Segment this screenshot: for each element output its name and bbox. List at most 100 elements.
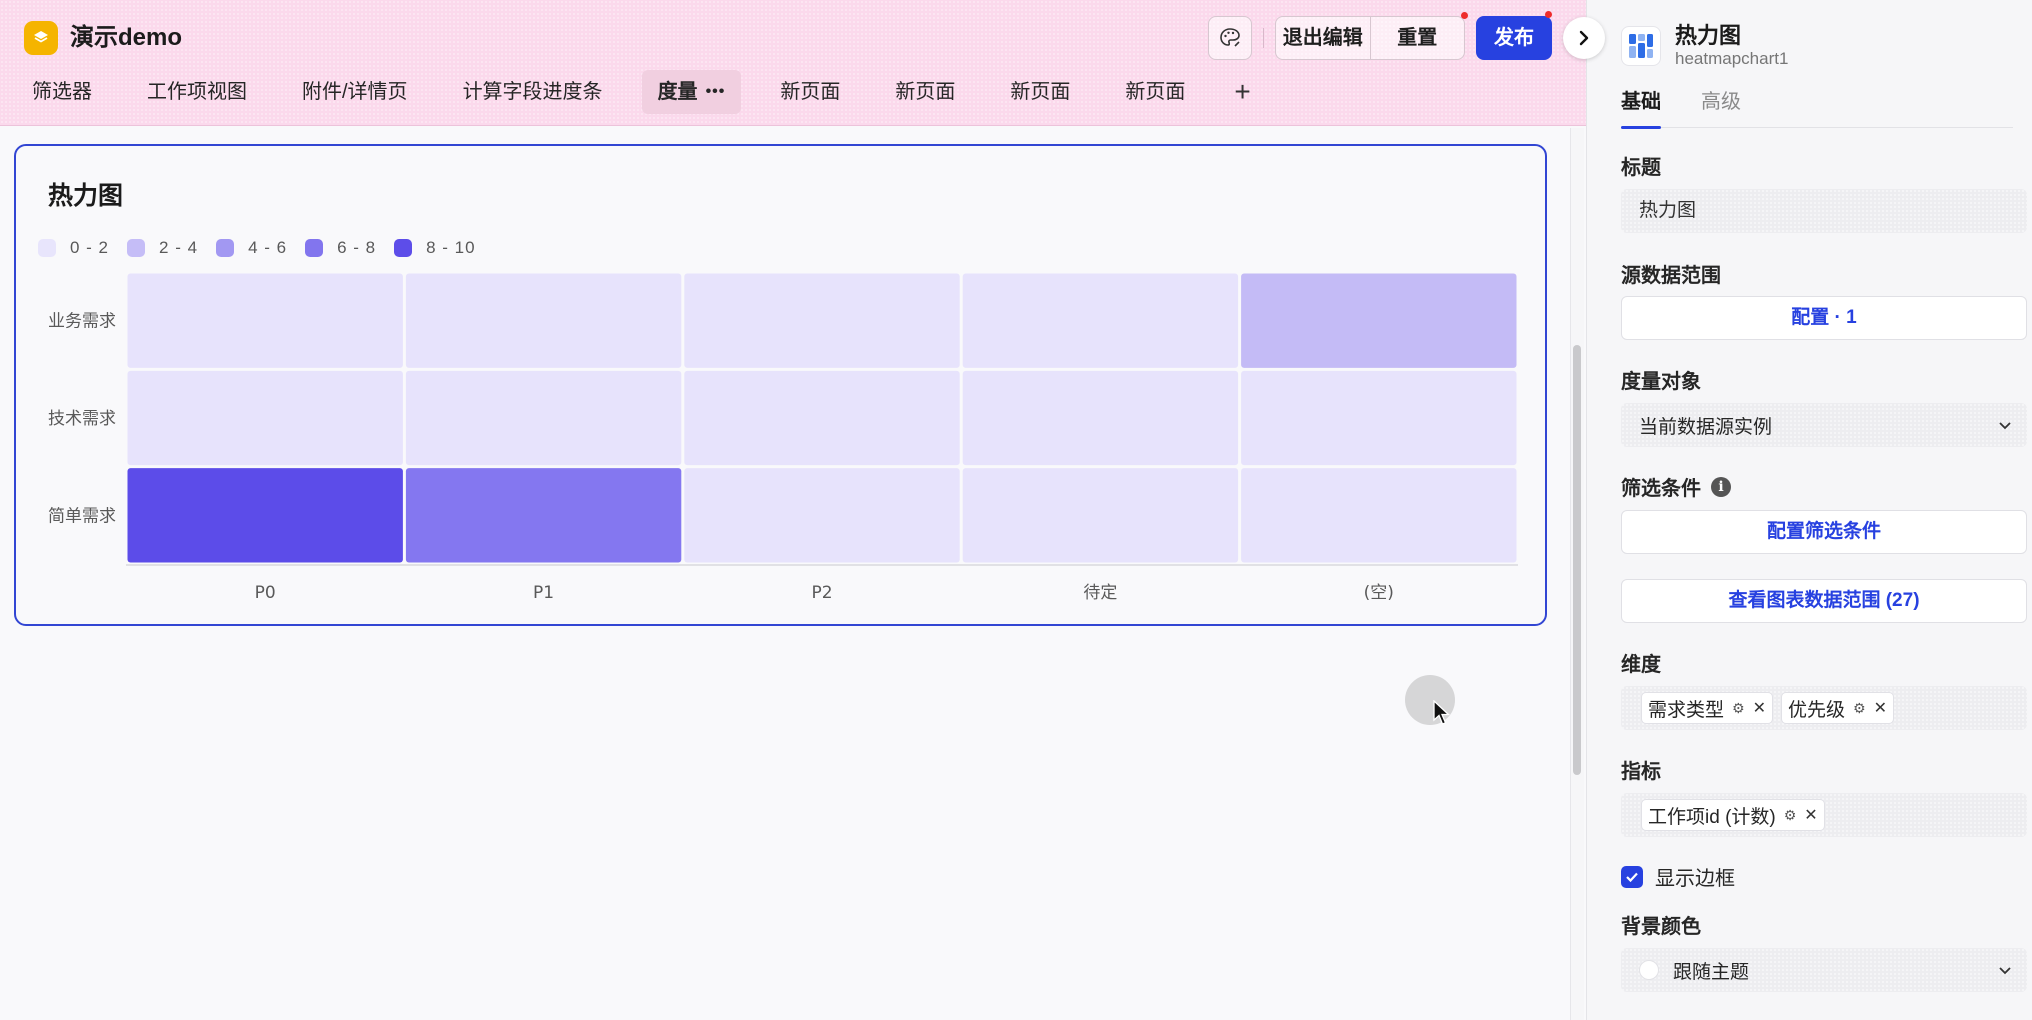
gear-icon[interactable]: ⚙ <box>1732 700 1745 717</box>
reset-label: 重置 <box>1397 27 1438 49</box>
heatmap-cell[interactable] <box>405 273 682 368</box>
color-swatch <box>1639 960 1659 980</box>
heatmap-cell[interactable] <box>962 468 1239 563</box>
mouse-cursor-icon <box>1433 700 1451 725</box>
title-field-label: 标题 <box>1621 157 1661 179</box>
tab-attachment-detail[interactable]: 附件/详情页 <box>286 70 424 114</box>
title-input[interactable]: 热力图 <box>1621 189 2027 233</box>
scrollbar-thumb[interactable] <box>1573 345 1581 775</box>
metric-chips[interactable]: 工作项id (计数) ⚙ ✕ <box>1621 793 2027 837</box>
source-range-label: 源数据范围 <box>1621 265 1721 287</box>
add-tab-icon[interactable]: + <box>1224 70 1260 114</box>
chevron-down-icon <box>1999 967 2011 975</box>
heatmap-cell[interactable] <box>1241 370 1517 466</box>
notification-dot <box>1461 12 1468 19</box>
heatmap-cell[interactable] <box>1241 468 1517 563</box>
properties-panel: 热力图 heatmapchart1 基础 高级 标题 热力图 源数据范围 配置 … <box>1586 0 2032 1020</box>
dimension-label: 维度 <box>1621 654 1661 676</box>
filter-label-text: 筛选条件 <box>1621 478 1701 500</box>
measure-object-value: 当前数据源实例 <box>1639 416 1773 438</box>
dimension-chip-label: 优先级 <box>1787 699 1845 721</box>
x-tick-label: P0 <box>255 583 276 603</box>
divider <box>1263 28 1264 48</box>
exit-edit-button[interactable]: 退出编辑 <box>1276 17 1370 59</box>
top-bar: 演示demo 退出编辑 重置 发布 筛选器 工作项视图 附件/详情页 计算字段进… <box>0 0 1586 126</box>
y-tick-label: 简单需求 <box>48 506 116 526</box>
chevron-right-icon <box>1579 30 1589 46</box>
publish-label: 发布 <box>1494 27 1534 49</box>
heatmap-chart-card[interactable]: 热力图 0 - 22 - 44 - 66 - 88 - 10 业务需求 技术需求简… <box>14 144 1547 626</box>
chevron-down-icon <box>1999 422 2011 430</box>
measure-object-label: 度量对象 <box>1621 371 1701 393</box>
heatmap-plot: 业务需求技术需求简单需求 P0 P1 P2 待定 (空) <box>48 273 1518 603</box>
panel-tabs: 基础 高级 <box>1621 88 2013 129</box>
info-icon[interactable]: i <box>1711 476 1731 497</box>
more-icon[interactable]: ••• <box>706 70 726 114</box>
x-tick-label: P2 <box>811 583 832 603</box>
gear-icon[interactable]: ⚙ <box>1853 700 1866 717</box>
x-tick-label: P1 <box>533 583 554 603</box>
tab-new-page-3[interactable]: 新页面 <box>994 70 1086 114</box>
heatmap-cell[interactable] <box>127 468 403 563</box>
tab-measure-label: 度量 <box>657 81 698 103</box>
gear-icon[interactable]: ⚙ <box>1784 807 1797 824</box>
panel-title: 热力图 <box>1675 23 1742 48</box>
heatmap-component-icon <box>1621 26 1661 66</box>
tab-basic[interactable]: 基础 <box>1621 88 1661 129</box>
palette-icon <box>1220 28 1240 47</box>
heatmap-cell[interactable] <box>1241 273 1517 368</box>
metric-label: 指标 <box>1621 761 1661 783</box>
close-icon[interactable]: ✕ <box>1804 805 1817 825</box>
heatmap-cell[interactable] <box>405 370 682 466</box>
bg-color-select[interactable]: 跟随主题 <box>1621 948 2027 992</box>
heatmap-cell[interactable] <box>127 273 403 368</box>
x-tick-label: 待定 <box>1083 583 1117 603</box>
tab-advanced[interactable]: 高级 <box>1701 88 1741 128</box>
heatmap-cell[interactable] <box>405 468 682 563</box>
bg-color-label: 背景颜色 <box>1621 916 1701 938</box>
tab-measure[interactable]: 度量 ••• <box>641 70 742 114</box>
y-tick-label: 业务需求 <box>48 312 116 332</box>
bg-color-value: 跟随主题 <box>1673 961 1750 983</box>
collapse-panel-button[interactable] <box>1563 17 1605 59</box>
dimension-chip[interactable]: 需求类型 ⚙ ✕ <box>1641 692 1773 724</box>
configure-source-button[interactable]: 配置 · 1 <box>1621 296 2027 340</box>
workspace: 演示demo 退出编辑 重置 发布 筛选器 工作项视图 附件/详情页 计算字段进… <box>0 0 1586 1020</box>
notification-dot <box>1545 11 1552 18</box>
edit-button-group: 退出编辑 重置 <box>1275 12 1468 60</box>
panel-subtitle: heatmapchart1 <box>1675 49 1789 68</box>
heatmap-cell[interactable] <box>684 370 960 466</box>
measure-object-select[interactable]: 当前数据源实例 <box>1621 403 2027 447</box>
tab-calc-field-progress[interactable]: 计算字段进度条 <box>447 70 619 114</box>
show-border-label: 显示边框 <box>1655 868 1735 890</box>
app-title: 演示demo <box>70 24 183 51</box>
app-logo-icon[interactable] <box>24 21 58 55</box>
configure-filter-button[interactable]: 配置筛选条件 <box>1621 510 2027 554</box>
metric-chip[interactable]: 工作项id (计数) ⚙ ✕ <box>1641 799 1825 831</box>
check-icon <box>1626 872 1638 882</box>
show-border-checkbox[interactable] <box>1621 865 1643 888</box>
heatmap-cell[interactable] <box>684 273 960 368</box>
view-chart-data-range-button[interactable]: 查看图表数据范围 (27) <box>1621 579 2027 623</box>
theme-palette-button[interactable] <box>1208 16 1252 60</box>
show-border-option[interactable]: 显示边框 <box>1621 862 1735 891</box>
tab-filter[interactable]: 筛选器 <box>16 70 108 114</box>
heatmap-cell[interactable] <box>684 468 960 563</box>
dimension-chip[interactable]: 优先级 ⚙ ✕ <box>1780 692 1894 724</box>
publish-button[interactable]: 发布 <box>1476 11 1552 60</box>
tab-new-page-4[interactable]: 新页面 <box>1109 70 1201 114</box>
page-tabs: 筛选器 工作项视图 附件/详情页 计算字段进度条 度量 ••• 新页面 新页面 … <box>16 68 1261 116</box>
close-icon[interactable]: ✕ <box>1753 698 1766 718</box>
tab-workitem-view[interactable]: 工作项视图 <box>131 70 263 114</box>
tab-new-page-2[interactable]: 新页面 <box>879 70 971 114</box>
layers-icon <box>34 31 48 43</box>
tab-new-page-1[interactable]: 新页面 <box>764 70 856 114</box>
heatmap-cell[interactable] <box>962 273 1239 368</box>
heatmap-cell[interactable] <box>127 370 403 466</box>
close-icon[interactable]: ✕ <box>1874 698 1887 718</box>
heatmap-cell[interactable] <box>962 370 1239 466</box>
reset-button[interactable]: 重置 <box>1369 12 1468 59</box>
dimension-chips[interactable]: 需求类型 ⚙ ✕ 优先级 ⚙ ✕ <box>1621 686 2027 730</box>
metric-chip-label: 工作项id (计数) <box>1648 806 1776 828</box>
x-tick-label: (空) <box>1364 583 1394 603</box>
